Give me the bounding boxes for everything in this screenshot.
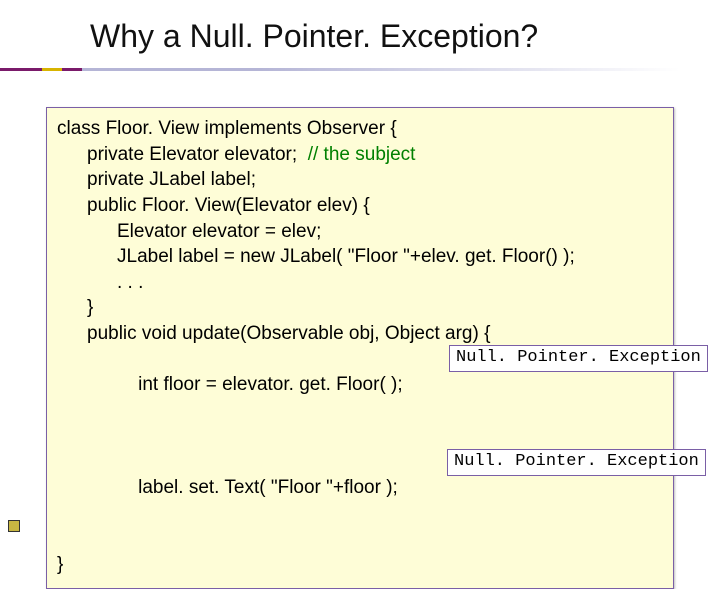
exception-callout: Null. Pointer. Exception (447, 449, 706, 476)
code-line: label. set. Text( "Floor "+floor ); Null… (57, 449, 663, 552)
code-line: public void update(Observable obj, Objec… (57, 321, 663, 347)
code-line: private Elevator elevator; // the subjec… (57, 142, 663, 168)
code-line: class Floor. View implements Observer { (57, 116, 663, 142)
exception-callout: Null. Pointer. Exception (449, 345, 708, 372)
code-line: private JLabel label; (57, 167, 663, 193)
title-section: Why a Null. Pointer. Exception? (0, 0, 720, 71)
code-line: Elevator elevator = elev; (57, 219, 663, 245)
code-text: int floor = elevator. get. Floor( ); (138, 374, 403, 395)
code-text: private Elevator elevator; (87, 144, 308, 165)
code-line: . . . (57, 270, 663, 296)
code-line: } (57, 552, 663, 578)
code-line: JLabel label = new JLabel( "Floor "+elev… (57, 244, 663, 270)
code-comment: // the subject (308, 144, 416, 165)
title-underline (0, 68, 720, 71)
corner-bullet-icon (8, 520, 20, 532)
code-block: class Floor. View implements Observer { … (46, 107, 674, 589)
code-line: public Floor. View(Elevator elev) { (57, 193, 663, 219)
code-line: } (57, 295, 663, 321)
code-line: int floor = elevator. get. Floor( ); Nul… (57, 347, 663, 450)
slide-title: Why a Null. Pointer. Exception? (90, 18, 720, 55)
code-text: label. set. Text( "Floor "+floor ); (138, 477, 398, 498)
